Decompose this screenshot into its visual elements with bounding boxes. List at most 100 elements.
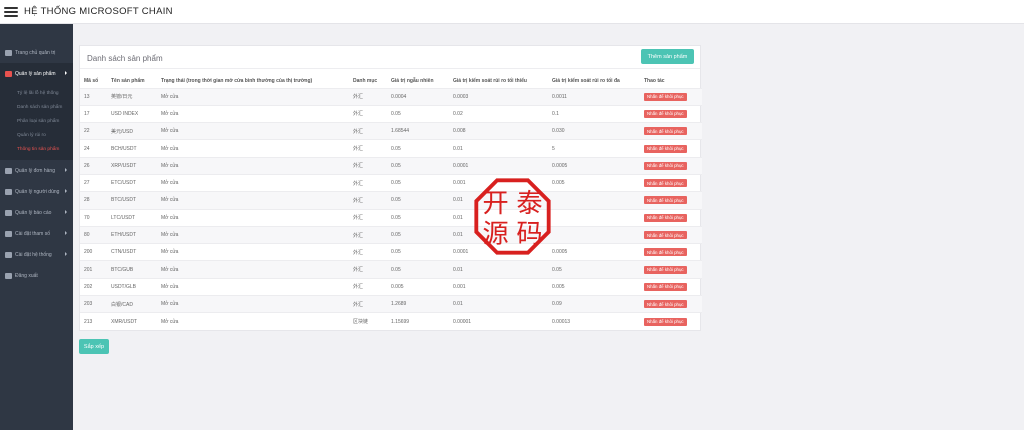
sidebar-item-users[interactable]: Quản lý người dùng: [0, 181, 73, 202]
cell-random: 0.05: [387, 191, 449, 210]
sidebar-item-reports[interactable]: Quản lý báo cáo: [0, 202, 73, 223]
restore-button[interactable]: Nhấn để khôi phục: [644, 196, 687, 205]
col-header-risk-min: Giá trị kiểm soát rủi ro tối thiểu: [453, 77, 527, 84]
submenu-item-product-list[interactable]: Danh sách sản phẩm: [0, 100, 73, 114]
cell-category: 区块链: [349, 312, 387, 331]
cell-category: 外汇: [349, 156, 387, 175]
cell-category: 外汇: [349, 139, 387, 158]
cell-status: Mở cửa: [157, 191, 349, 210]
cell-risk-max: [548, 191, 640, 210]
col-header-category: Danh mục: [353, 77, 378, 84]
params-icon: [5, 230, 12, 237]
cell-category: 外汇: [349, 173, 387, 192]
menu-toggle-icon[interactable]: [4, 6, 18, 17]
cell-random: 0.05: [387, 225, 449, 244]
cell-category: 外汇: [349, 122, 387, 140]
settings-icon: [5, 251, 12, 258]
cell-actions: Nhấn để khôi phục: [640, 156, 702, 175]
cell-status: Mở cửa: [157, 277, 349, 296]
col-header-random: Giá trị ngẫu nhiên: [391, 77, 434, 84]
submenu-item-product-category[interactable]: Phân loại sản phẩm: [0, 114, 73, 128]
add-product-button[interactable]: Thêm sản phẩm: [641, 49, 694, 64]
sidebar-item-label: Quản lý người dùng: [15, 188, 60, 195]
cell-name: 白银/CAD: [107, 295, 157, 313]
cell-category: 外汇: [349, 208, 387, 227]
restore-button[interactable]: Nhấn để khôi phục: [644, 144, 687, 153]
seal-char: 泰: [516, 189, 542, 219]
cell-risk-max: 0.0011: [548, 87, 640, 106]
cell-risk-max: 0.005: [548, 173, 640, 192]
cell-category: 外汇: [349, 225, 387, 244]
restore-button[interactable]: Nhấn để khôi phục: [644, 317, 687, 326]
cell-category: 外汇: [349, 260, 387, 279]
sidebar-item-label: Cài đặt tham số: [15, 230, 51, 237]
report-icon: [5, 209, 12, 216]
sidebar-item-dashboard[interactable]: Trang chủ quản trị: [0, 42, 73, 63]
sidebar-item-logout[interactable]: Đăng xuất: [0, 265, 73, 286]
sort-button[interactable]: Sắp xếp: [79, 339, 109, 354]
restore-button[interactable]: Nhấn để khôi phục: [644, 161, 687, 170]
table-row: 203 白银/CAD Mở cửa 外汇 1.2689 0.01 0.09 Nhấn để k…: [80, 295, 702, 313]
restore-button[interactable]: Nhấn để khôi phục: [644, 300, 687, 309]
cell-risk-max: 0.1: [548, 104, 640, 123]
cell-actions: Nhấn để khôi phục: [640, 277, 702, 296]
restore-button[interactable]: Nhấn để khôi phục: [644, 179, 687, 188]
chevron-right-icon: [65, 210, 67, 214]
products-submenu: Tỷ lệ lãi lỗ hệ thống Danh sách sản phẩm…: [0, 84, 73, 160]
sidebar-item-label: Trang chủ quản trị: [15, 49, 56, 56]
cell-name: 英镑/日元: [107, 87, 157, 106]
submenu-item-risk[interactable]: Quản lý rủi ro: [0, 128, 73, 142]
sidebar-item-label: Quản lý báo cáo: [15, 209, 52, 216]
logout-icon: [5, 272, 12, 279]
cell-name: XMR/USDT: [107, 312, 157, 331]
restore-button[interactable]: Nhấn để khôi phục: [644, 127, 687, 136]
cell-status: Mở cửa: [157, 295, 349, 313]
cell-id: 26: [80, 156, 107, 175]
cell-status: Mở cửa: [157, 312, 349, 331]
cell-status: Mở cửa: [157, 122, 349, 140]
restore-button[interactable]: Nhấn để khôi phục: [644, 248, 687, 257]
cell-status: Mở cửa: [157, 208, 349, 227]
submenu-item-profit-ratio[interactable]: Tỷ lệ lãi lỗ hệ thống: [0, 86, 73, 100]
submenu-item-product-info[interactable]: Thông tin sản phẩm: [0, 142, 73, 156]
cell-random: 1.68544: [387, 122, 449, 140]
page-title: Danh sách sản phẩm: [87, 54, 163, 63]
sidebar-item-params[interactable]: Cài đặt tham số: [0, 223, 73, 244]
cell-random: 1.2689: [387, 295, 449, 313]
restore-button[interactable]: Nhấn để khôi phục: [644, 265, 687, 274]
seal-char: 源: [482, 220, 508, 250]
cell-risk-min: 0.01: [449, 295, 548, 313]
cell-risk-max: 5: [548, 139, 640, 158]
restore-button[interactable]: Nhấn để khôi phục: [644, 231, 687, 240]
cell-random: 0.005: [387, 277, 449, 296]
sidebar-item-label: Đăng xuất: [15, 272, 38, 279]
restore-button[interactable]: Nhấn để khôi phục: [644, 282, 687, 291]
product-icon: [5, 70, 12, 77]
cell-category: 外汇: [349, 243, 387, 261]
cell-id: 22: [80, 122, 107, 140]
cell-actions: Nhấn để khôi phục: [640, 260, 702, 279]
restore-button[interactable]: Nhấn để khôi phục: [644, 213, 687, 222]
col-header-risk-max: Giá trị kiểm soát rủi ro tối đa: [552, 77, 620, 84]
cell-actions: Nhấn để khôi phục: [640, 191, 702, 210]
cell-random: 0.0004: [387, 87, 449, 106]
restore-button[interactable]: Nhấn để khôi phục: [644, 109, 687, 118]
table-row: 70 LTC/USDT Mở cửa 外汇 0.05 0.01 Nhấn để khôi p…: [80, 208, 702, 227]
cell-id: 28: [80, 191, 107, 210]
restore-button[interactable]: Nhấn để khôi phục: [644, 92, 687, 101]
product-table: Mã số Tên sản phẩm Trạng thái (trong thờ…: [80, 74, 702, 331]
cell-risk-min: 0.001: [449, 277, 548, 296]
sidebar-item-products[interactable]: Quản lý sản phẩm: [0, 63, 73, 84]
cell-actions: Nhấn để khôi phục: [640, 208, 702, 227]
cell-id: 13: [80, 87, 107, 106]
cell-status: Mở cửa: [157, 104, 349, 123]
chevron-right-icon: [65, 189, 67, 193]
sidebar-item-system-settings[interactable]: Cài đặt hệ thống: [0, 244, 73, 265]
cell-risk-max: 0.09: [548, 295, 640, 313]
cell-id: 213: [80, 312, 107, 331]
sidebar-item-orders[interactable]: Quản lý đơn hàng: [0, 160, 73, 181]
cell-id: 201: [80, 260, 107, 279]
cell-name: USDT/GLB: [107, 277, 157, 296]
table-row: 13 英镑/日元 Mở cửa 外汇 0.0004 0.0003 0.0011 Nhấn để…: [80, 87, 702, 106]
col-header-id: Mã số: [84, 77, 99, 84]
